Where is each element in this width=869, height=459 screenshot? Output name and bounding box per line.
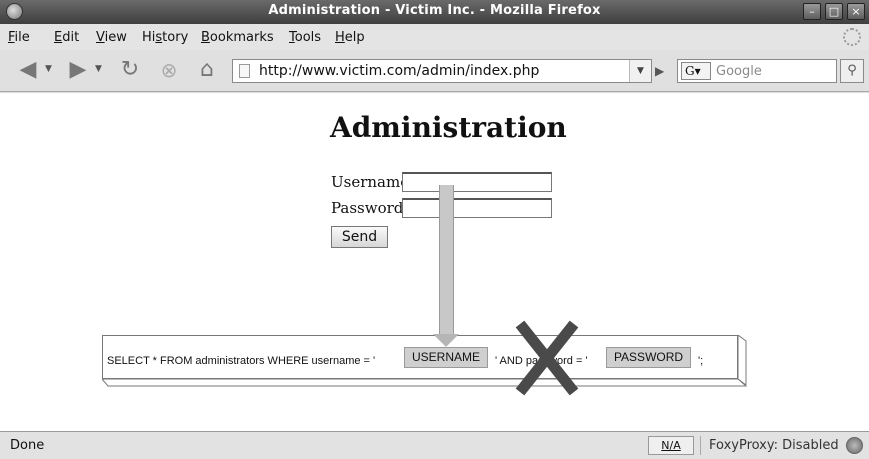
sql-username-token: USERNAME	[404, 347, 488, 368]
search-placeholder[interactable]: Google	[716, 64, 762, 79]
status-text: Done	[10, 438, 45, 453]
page-icon	[239, 64, 250, 78]
menu-tools[interactable]: Tools	[289, 30, 321, 45]
reload-icon[interactable]: ↻	[116, 57, 144, 83]
stop-icon[interactable]: ⊗	[156, 57, 182, 83]
search-engine-selector[interactable]: G▾	[681, 62, 711, 80]
username-field[interactable]	[402, 172, 552, 192]
sql-select-text: SELECT * FROM administrators WHERE usern…	[107, 355, 376, 367]
injection-arrow-head	[433, 334, 459, 347]
menu-bookmarks[interactable]: Bookmarks	[201, 30, 274, 45]
magnifier-icon[interactable]: ⚲	[840, 59, 864, 83]
sql-box-depth-bottom	[102, 379, 748, 387]
minimize-button[interactable]: –	[803, 3, 821, 20]
navigation-toolbar: ◀ ▼ ▶ ▼ ↻ ⊗ ⌂ http://www.victim.com/admi…	[0, 50, 869, 92]
menu-history[interactable]: History	[142, 30, 188, 45]
search-bar[interactable]: G▾ Google	[677, 59, 837, 83]
close-button[interactable]: ×	[847, 3, 865, 20]
page-title: Administration	[330, 111, 567, 144]
forward-arrow-icon[interactable]: ▶	[62, 57, 94, 83]
sql-password-token: PASSWORD	[606, 347, 691, 368]
window-titlebar: Administration - Victim Inc. - Mozilla F…	[0, 0, 869, 24]
send-button[interactable]: Send	[331, 226, 388, 248]
menu-help[interactable]: Help	[335, 30, 365, 45]
na-indicator[interactable]: N/A	[648, 436, 694, 455]
page-content: Administration Username Password Send SE…	[0, 93, 869, 431]
username-label: Username	[331, 173, 410, 191]
go-button[interactable]: ▶	[655, 61, 673, 81]
back-arrow-icon[interactable]: ◀	[12, 57, 44, 83]
sql-end-text: ';	[698, 355, 704, 367]
injection-arrow-shaft	[439, 185, 454, 335]
menu-edit[interactable]: Edit	[54, 30, 79, 45]
foxyproxy-status[interactable]: FoxyProxy: Disabled	[700, 436, 842, 455]
home-icon[interactable]: ⌂	[193, 57, 221, 83]
cross-out-x-icon	[515, 320, 579, 396]
url-bar[interactable]: http://www.victim.com/admin/index.php ▼	[232, 59, 652, 83]
url-dropdown-icon[interactable]: ▼	[629, 60, 651, 82]
url-text[interactable]: http://www.victim.com/admin/index.php	[259, 63, 539, 79]
window-title: Administration - Victim Inc. - Mozilla F…	[268, 3, 601, 18]
sql-box-depth-right	[738, 335, 747, 385]
forward-history-dropdown[interactable]: ▼	[95, 64, 102, 74]
menu-bar: File Edit View History Bookmarks Tools H…	[0, 24, 869, 50]
foxyproxy-icon[interactable]	[846, 437, 863, 454]
throbber-icon	[843, 28, 861, 46]
maximize-button[interactable]: □	[825, 3, 843, 20]
menu-file[interactable]: File	[8, 30, 30, 45]
password-label: Password	[331, 199, 404, 217]
status-bar: Done N/A FoxyProxy: Disabled	[0, 431, 869, 459]
password-field[interactable]	[402, 198, 552, 218]
back-history-dropdown[interactable]: ▼	[45, 64, 52, 74]
menu-view[interactable]: View	[96, 30, 127, 45]
